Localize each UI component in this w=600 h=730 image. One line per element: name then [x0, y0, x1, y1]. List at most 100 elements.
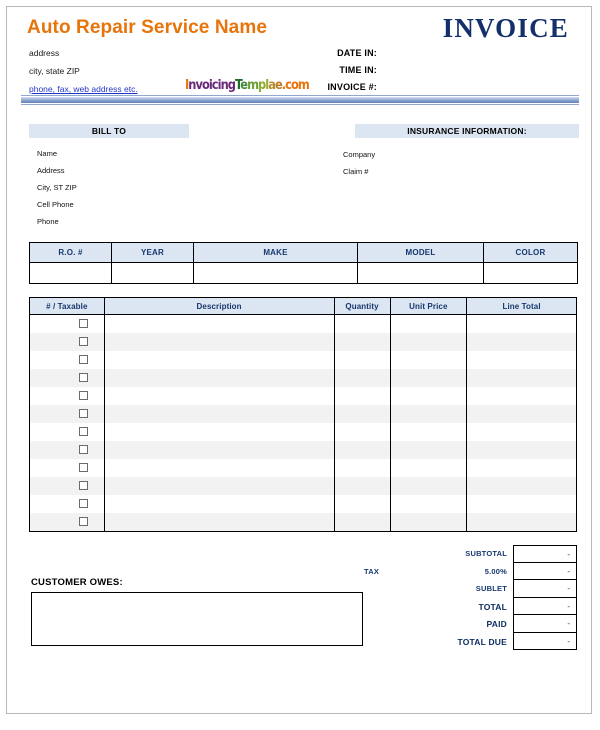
totals-value: - — [567, 601, 570, 611]
taxable-checkbox[interactable] — [78, 391, 88, 401]
items-cell-line-total[interactable] — [466, 441, 577, 459]
items-cell-line-total[interactable] — [466, 495, 577, 513]
items-cell-unit-price[interactable] — [389, 513, 468, 532]
items-cell-unit-price[interactable] — [389, 423, 468, 441]
items-cell-description[interactable] — [103, 459, 335, 477]
logo-part-4: m — [247, 78, 259, 93]
totals-value-box[interactable]: - — [513, 545, 577, 563]
items-cell-line-total[interactable] — [466, 513, 577, 532]
items-cell-unit-price[interactable] — [389, 477, 468, 495]
items-cell-unit-price[interactable] — [389, 459, 468, 477]
items-cell-description[interactable] — [103, 423, 335, 441]
items-cell-description[interactable] — [103, 387, 335, 405]
taxable-checkbox[interactable] — [78, 409, 88, 419]
totals-row: TAX 5.00% - — [362, 562, 577, 580]
items-cell-taxable[interactable] — [29, 351, 105, 369]
taxable-checkbox[interactable] — [78, 427, 88, 437]
bill-to-field-phone: Phone — [37, 217, 59, 226]
items-cell-taxable[interactable] — [29, 314, 105, 333]
taxable-checkbox[interactable] — [78, 355, 88, 365]
items-cell-description[interactable] — [103, 351, 335, 369]
vehicle-cell-make[interactable] — [193, 262, 358, 284]
items-cell-taxable[interactable] — [29, 405, 105, 423]
totals-value-box[interactable]: - — [513, 597, 577, 615]
totals-value-box[interactable]: - — [513, 562, 577, 580]
totals-value-box[interactable]: - — [513, 615, 577, 633]
bill-to-field-city-st-zip: City, ST ZIP — [37, 183, 77, 192]
items-cell-quantity[interactable] — [333, 477, 391, 495]
items-cell-quantity[interactable] — [333, 369, 391, 387]
items-cell-unit-price[interactable] — [389, 351, 468, 369]
items-cell-unit-price[interactable] — [389, 314, 468, 333]
items-cell-taxable[interactable] — [29, 423, 105, 441]
items-cell-description[interactable] — [103, 495, 335, 513]
taxable-checkbox[interactable] — [78, 337, 88, 347]
items-cell-unit-price[interactable] — [389, 495, 468, 513]
items-cell-line-total[interactable] — [466, 423, 577, 441]
items-cell-quantity[interactable] — [333, 351, 391, 369]
taxable-checkbox[interactable] — [78, 373, 88, 383]
bill-to-heading: BILL TO — [29, 124, 189, 138]
items-cell-quantity[interactable] — [333, 441, 391, 459]
totals-value-box[interactable]: - — [513, 580, 577, 598]
vehicle-col-ro: R.O. # — [29, 242, 112, 263]
items-cell-description[interactable] — [103, 369, 335, 387]
items-cell-taxable[interactable] — [29, 477, 105, 495]
taxable-checkbox[interactable] — [78, 481, 88, 491]
items-cell-taxable[interactable] — [29, 441, 105, 459]
items-cell-taxable[interactable] — [29, 387, 105, 405]
vehicle-cell-year[interactable] — [111, 262, 194, 284]
items-cell-description[interactable] — [103, 333, 335, 351]
items-cell-quantity[interactable] — [333, 333, 391, 351]
vehicle-cell-color[interactable] — [483, 262, 578, 284]
items-cell-unit-price[interactable] — [389, 405, 468, 423]
items-cell-description[interactable] — [103, 441, 335, 459]
items-cell-quantity[interactable] — [333, 314, 391, 333]
totals-row: TOTAL - — [362, 597, 577, 615]
customer-owes-box[interactable] — [31, 592, 363, 646]
items-cell-unit-price[interactable] — [389, 387, 468, 405]
items-cell-quantity[interactable] — [333, 495, 391, 513]
items-cell-quantity[interactable] — [333, 387, 391, 405]
items-cell-unit-price[interactable] — [389, 441, 468, 459]
items-cell-unit-price[interactable] — [389, 369, 468, 387]
insurance-field-company: Company — [343, 150, 376, 159]
invoice-page: Auto Repair Service Name address city, s… — [6, 6, 592, 714]
items-cell-taxable[interactable] — [29, 369, 105, 387]
vehicle-header-row: R.O. # YEAR MAKE MODEL COLOR — [29, 242, 578, 263]
items-cell-quantity[interactable] — [333, 459, 391, 477]
items-cell-taxable[interactable] — [29, 459, 105, 477]
vehicle-cell-ro[interactable] — [29, 262, 112, 284]
items-cell-line-total[interactable] — [466, 333, 577, 351]
totals-label-total: TOTAL — [478, 601, 507, 612]
items-cell-description[interactable] — [103, 477, 335, 495]
taxable-checkbox[interactable] — [78, 499, 88, 509]
items-cell-line-total[interactable] — [466, 314, 577, 333]
items-cell-taxable[interactable] — [29, 495, 105, 513]
items-cell-line-total[interactable] — [466, 351, 577, 369]
items-cell-line-total[interactable] — [466, 387, 577, 405]
items-cell-description[interactable] — [103, 513, 335, 532]
taxable-checkbox[interactable] — [78, 463, 88, 473]
company-contact-link[interactable]: phone, fax, web address etc. — [29, 84, 138, 94]
items-cell-line-total[interactable] — [466, 405, 577, 423]
totals-value-box[interactable]: - — [513, 632, 577, 650]
items-cell-taxable[interactable] — [29, 513, 105, 532]
items-cell-description[interactable] — [103, 405, 335, 423]
items-cell-quantity[interactable] — [333, 405, 391, 423]
items-cell-taxable[interactable] — [29, 333, 105, 351]
vehicle-cell-model[interactable] — [357, 262, 484, 284]
table-row — [29, 513, 577, 532]
items-cell-line-total[interactable] — [466, 477, 577, 495]
items-cell-line-total[interactable] — [466, 459, 577, 477]
vehicle-data-row — [29, 262, 578, 284]
items-cell-line-total[interactable] — [466, 369, 577, 387]
items-cell-quantity[interactable] — [333, 423, 391, 441]
taxable-checkbox[interactable] — [78, 445, 88, 455]
items-cell-unit-price[interactable] — [389, 333, 468, 351]
items-cell-quantity[interactable] — [333, 513, 391, 532]
items-cell-description[interactable] — [103, 314, 335, 333]
taxable-checkbox[interactable] — [78, 517, 88, 527]
taxable-checkbox[interactable] — [78, 319, 88, 329]
logo-part-3: e — [240, 78, 248, 93]
